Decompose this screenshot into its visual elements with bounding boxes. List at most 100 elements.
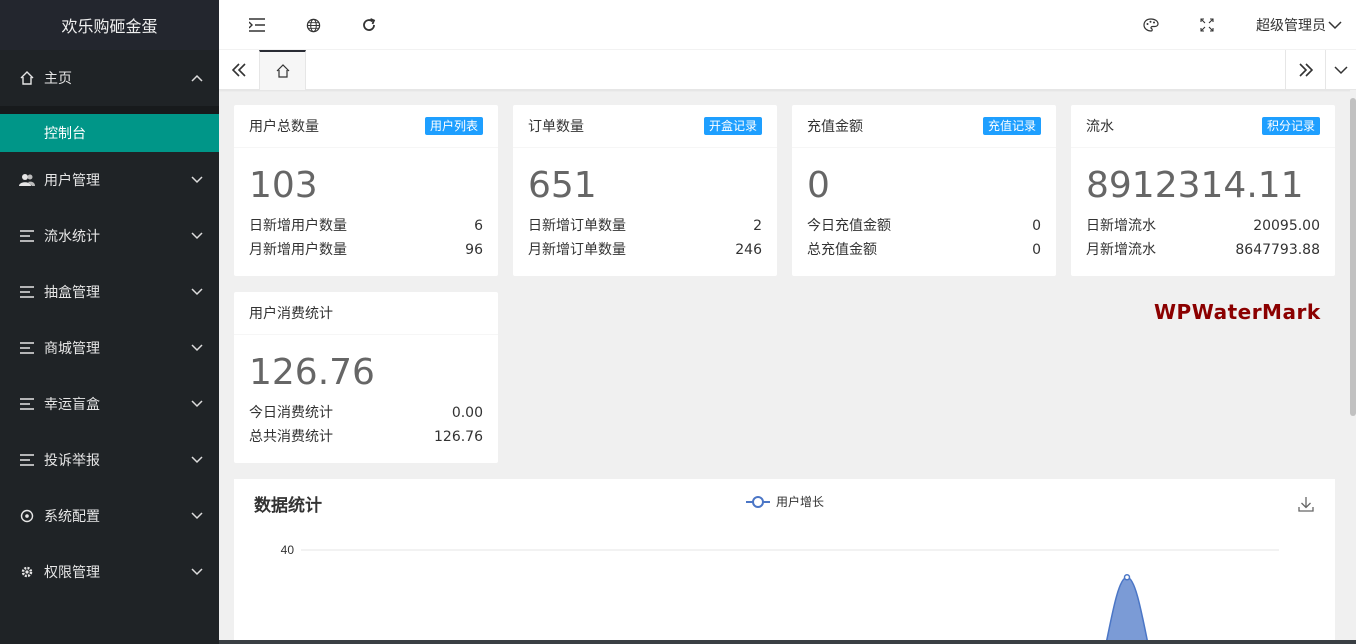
tab-home[interactable]: [259, 50, 306, 90]
sidebar-item-label: 系统配置: [44, 509, 100, 525]
card-header: 充值金额 充值记录: [792, 105, 1056, 148]
chevron-down-icon: [191, 176, 203, 184]
row-value: 0: [1032, 218, 1041, 234]
fullscreen-icon[interactable]: [1197, 15, 1217, 35]
chevron-down-icon: [1328, 21, 1342, 30]
card-header: 用户消费统计: [234, 292, 498, 335]
sidebar-item-system-config[interactable]: 系统配置: [0, 488, 219, 544]
tabs-scroll-right-button[interactable]: [1285, 50, 1325, 90]
row-label: 总充值金额: [807, 242, 877, 258]
watermark: WPWaterMark: [1154, 300, 1321, 324]
sidebar-item-label: 权限管理: [44, 565, 100, 581]
sidebar-item-label: 主页: [44, 71, 72, 87]
menu-collapse-icon[interactable]: [247, 15, 267, 35]
card-value: 8912314.11: [1086, 165, 1304, 206]
row-label: 日新增订单数量: [528, 218, 626, 234]
sidebar-item-label: 幸运盲盒: [44, 397, 100, 413]
sidebar-item-lucky-box[interactable]: 幸运盲盒: [0, 376, 219, 432]
card-row: 总充值金额 0: [792, 238, 1056, 262]
chevron-down-icon: [1334, 66, 1348, 75]
sidebar-item-label: 流水统计: [44, 229, 100, 245]
tabs-scroll-left-button[interactable]: [219, 50, 259, 90]
row-value: 2: [753, 218, 762, 234]
sidebar-item-home[interactable]: 主页: [0, 50, 219, 106]
sidebar-item-flow-stats[interactable]: 流水统计: [0, 208, 219, 264]
main-content: 用户总数量 用户列表 103 日新增用户数量 6 月新增用户数量 96 订单数量 开…: [219, 90, 1350, 644]
card-row: 今日充值金额 0: [792, 214, 1056, 238]
app-logo-title[interactable]: 欢乐购砸金蛋: [0, 0, 219, 50]
stat-card-flow: 流水 积分记录 8912314.11 日新增流水 20095.00 月新增流水 86…: [1071, 105, 1335, 276]
settings-circle-icon: [18, 507, 36, 525]
sidebar-item-console[interactable]: 控制台: [0, 114, 219, 152]
palette-icon[interactable]: [1141, 15, 1161, 35]
list-icon: [18, 339, 36, 357]
box-records-badge[interactable]: 开盒记录: [703, 117, 762, 135]
card-header: 用户总数量 用户列表: [234, 105, 498, 148]
card-title: 用户消费统计: [249, 306, 333, 322]
card-value: 651: [528, 165, 597, 206]
recharge-records-badge[interactable]: 充值记录: [982, 117, 1041, 135]
scrollbar-thumb[interactable]: [1350, 98, 1356, 416]
card-title: 充值金额: [807, 119, 863, 135]
double-chevron-right-icon: [1298, 63, 1313, 77]
list-icon: [18, 283, 36, 301]
row-label: 月新增用户数量: [249, 242, 347, 258]
list-icon: [18, 227, 36, 245]
y-tick-label: 40: [281, 543, 295, 557]
chevron-up-icon: [191, 74, 203, 82]
card-value: 0: [807, 165, 830, 206]
card-row: 月新增用户数量 96: [234, 238, 498, 262]
refresh-icon[interactable]: [359, 15, 379, 35]
card-row: 日新增流水 20095.00: [1071, 214, 1335, 238]
chevron-down-icon: [191, 456, 203, 464]
sidebar-item-box-management[interactable]: 抽盒管理: [0, 264, 219, 320]
card-row: 总共消费统计 126.76: [234, 425, 498, 449]
sidebar: 欢乐购砸金蛋 主页 控制台 用户管理 流水统计 抽盒管理 商城管理 幸运盲盒 投…: [0, 0, 219, 644]
row-label: 日新增用户数量: [249, 218, 347, 234]
sidebar-item-mall-management[interactable]: 商城管理: [0, 320, 219, 376]
sidebar-submenu-home: 控制台: [0, 106, 219, 152]
sidebar-item-label: 投诉举报: [44, 453, 100, 469]
chevron-down-icon: [191, 400, 203, 408]
stat-card-recharge: 充值金额 充值记录 0 今日充值金额 0 总充值金额 0: [792, 105, 1056, 276]
user-list-badge[interactable]: 用户列表: [424, 117, 483, 135]
card-row: 月新增流水 8647793.88: [1071, 238, 1335, 262]
card-row: 日新增用户数量 6: [234, 214, 498, 238]
card-header: 订单数量 开盒记录: [513, 105, 777, 148]
tabs-menu-button[interactable]: [1325, 50, 1356, 90]
admin-user-menu[interactable]: 超级管理员: [1256, 15, 1342, 35]
top-header: 超级管理员: [219, 0, 1356, 50]
chart-plot: 40: [281, 543, 1279, 644]
gear-icon: [18, 563, 36, 581]
list-icon: [18, 395, 36, 413]
stat-card-consumption: 用户消费统计 126.76 今日消费统计 0.00 总共消费统计 126.76: [234, 292, 498, 463]
card-row: 日新增订单数量 2: [513, 214, 777, 238]
sidebar-item-user-management[interactable]: 用户管理: [0, 152, 219, 208]
points-records-badge[interactable]: 积分记录: [1261, 117, 1320, 135]
row-value: 126.76: [434, 429, 483, 445]
card-header: 流水 积分记录: [1071, 105, 1335, 148]
scrollbar[interactable]: [1350, 90, 1356, 644]
chevron-down-icon: [191, 288, 203, 296]
row-label: 日新增流水: [1086, 218, 1156, 234]
series-peak-point: [1123, 574, 1131, 581]
row-value: 0.00: [451, 405, 483, 421]
card-value: 103: [249, 165, 318, 206]
chevron-down-icon: [191, 344, 203, 352]
card-title: 订单数量: [528, 119, 584, 135]
globe-icon[interactable]: [303, 15, 323, 35]
sidebar-item-label: 商城管理: [44, 341, 100, 357]
card-title: 流水: [1086, 119, 1114, 135]
sidebar-item-complaints[interactable]: 投诉举报: [0, 432, 219, 488]
card-title: 用户总数量: [249, 119, 319, 135]
row-label: 月新增流水: [1086, 242, 1156, 258]
sidebar-item-permissions[interactable]: 权限管理: [0, 544, 219, 600]
double-chevron-left-icon: [232, 63, 246, 77]
row-label: 月新增订单数量: [528, 242, 626, 258]
row-value: 8647793.88: [1235, 242, 1320, 258]
row-value: 0: [1032, 242, 1041, 258]
tabs-bar: [219, 50, 1356, 90]
chevron-down-icon: [191, 568, 203, 576]
home-icon: [18, 69, 36, 87]
chevron-down-icon: [191, 512, 203, 520]
